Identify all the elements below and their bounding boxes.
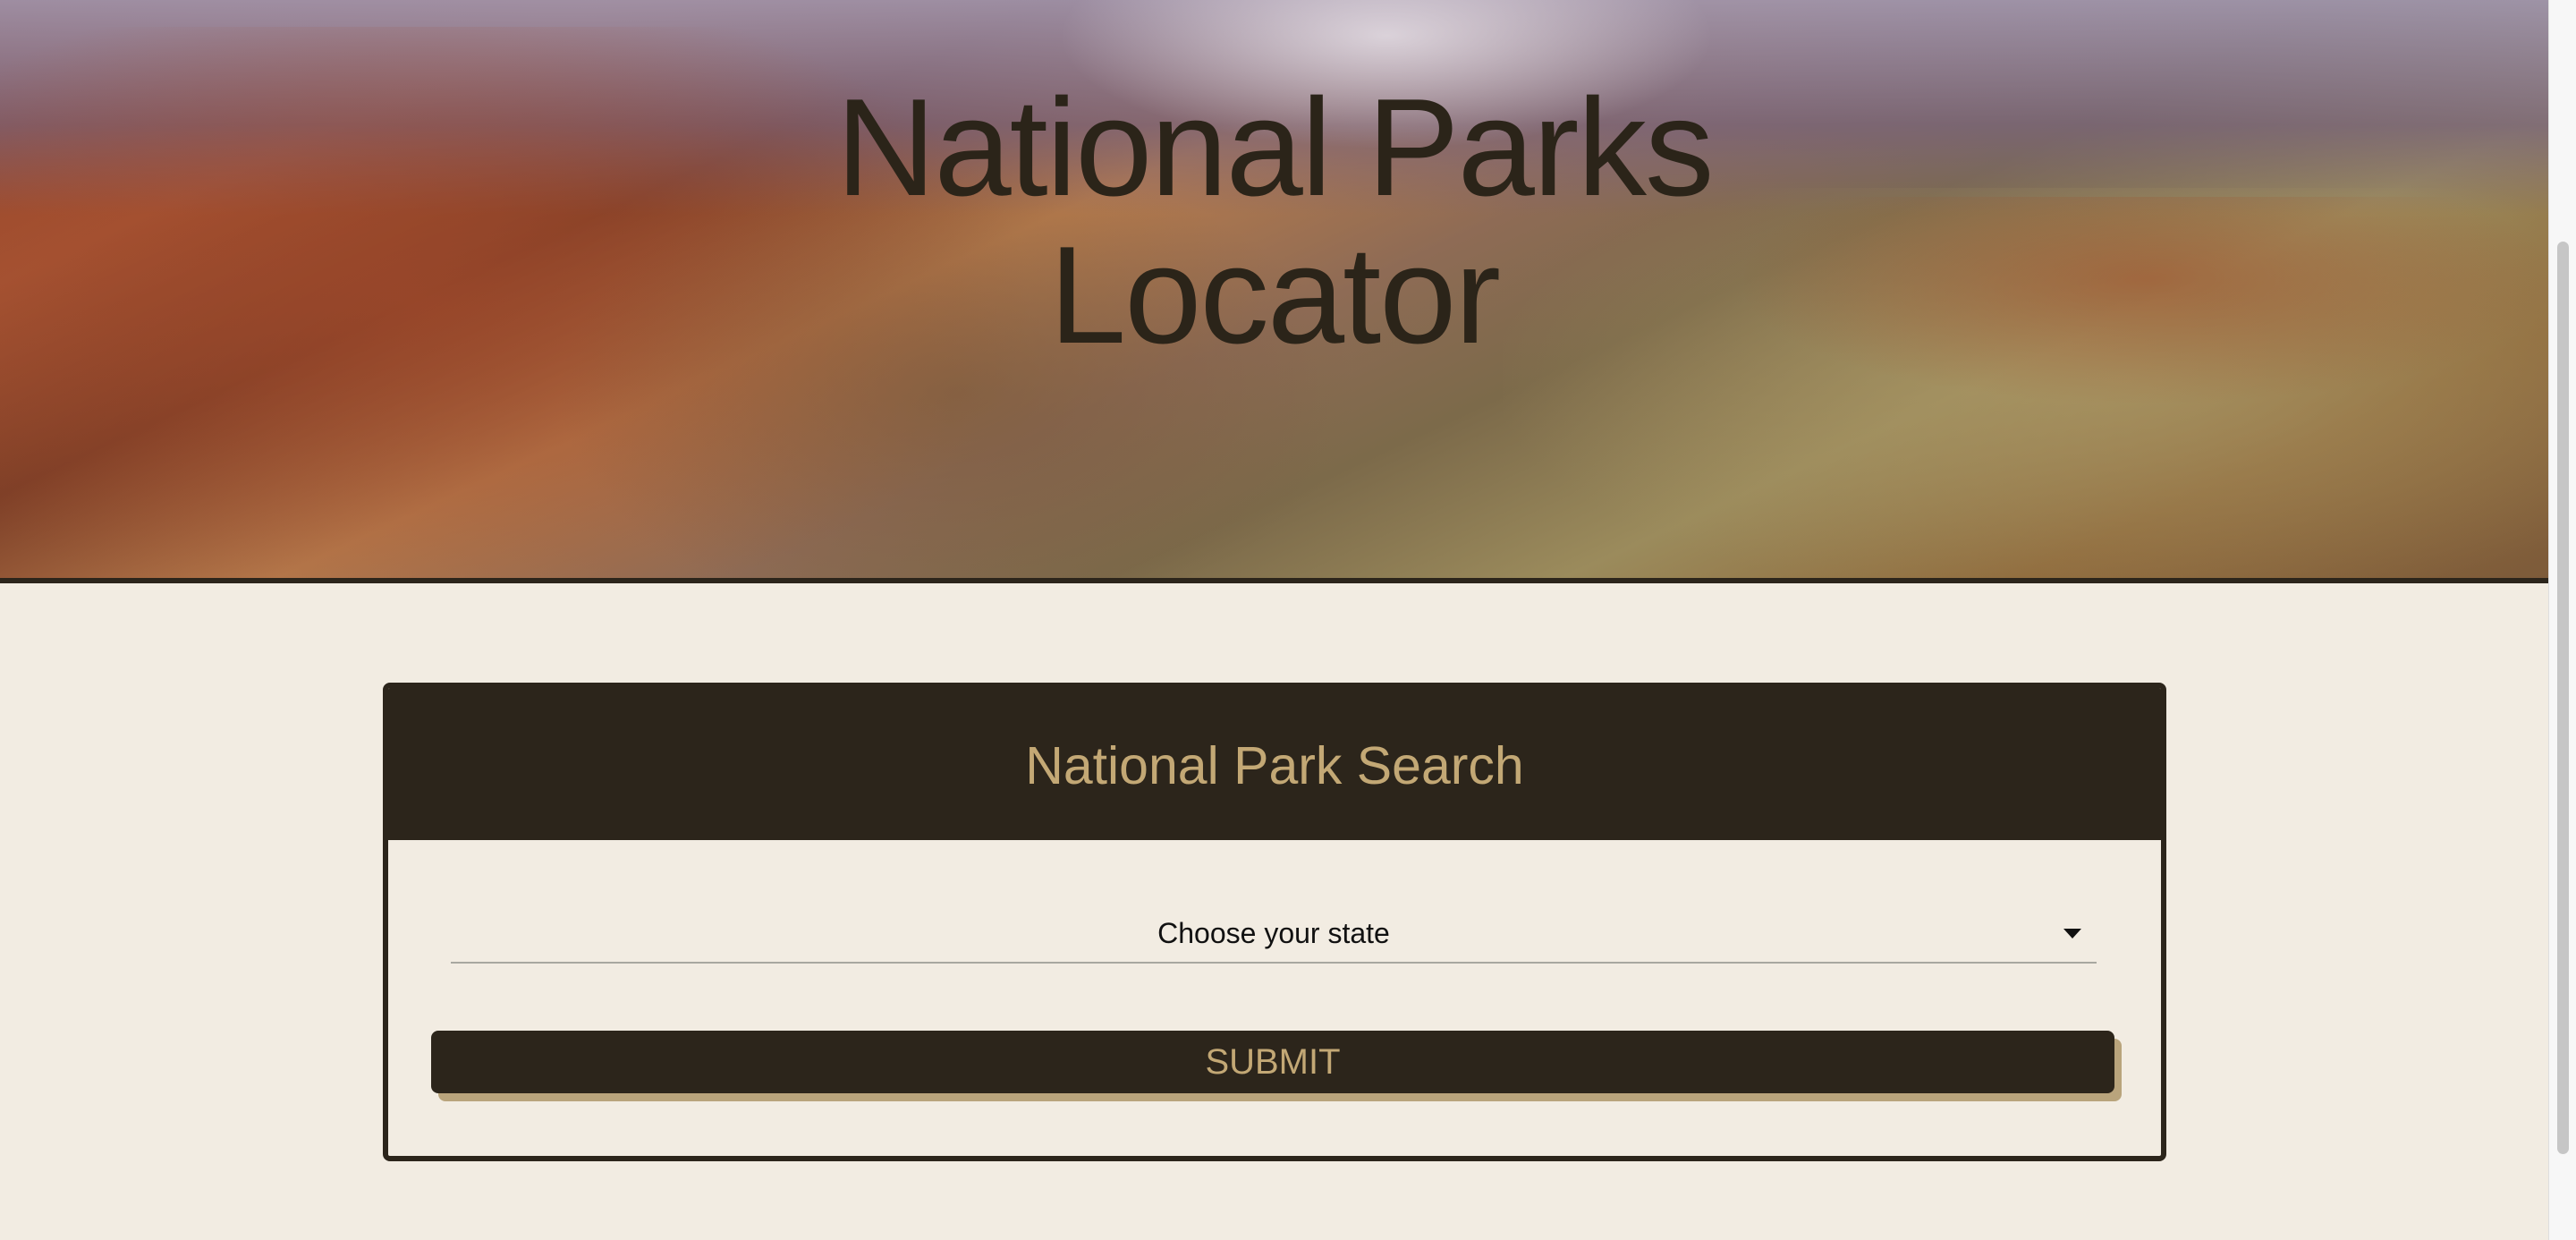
hero-banner: National Parks Locator <box>0 0 2548 583</box>
state-select-value: Choose your state <box>1157 917 1390 949</box>
search-card-header: National Park Search <box>388 688 2161 840</box>
submit-button[interactable]: SUBMIT <box>431 1031 2114 1093</box>
vertical-scrollbar[interactable] <box>2548 0 2576 1240</box>
caret-down-icon[interactable] <box>2063 929 2081 938</box>
page-title: National Parks Locator <box>0 73 2548 369</box>
page-title-line2: Locator <box>1049 217 1501 372</box>
scrollbar-thumb[interactable] <box>2557 242 2569 1154</box>
park-search-card: National Park Search Choose your state S… <box>383 683 2166 1161</box>
page-title-line1: National Parks <box>835 70 1715 225</box>
search-card-title: National Park Search <box>1025 736 1524 795</box>
state-select[interactable]: Choose your state <box>451 906 2097 964</box>
